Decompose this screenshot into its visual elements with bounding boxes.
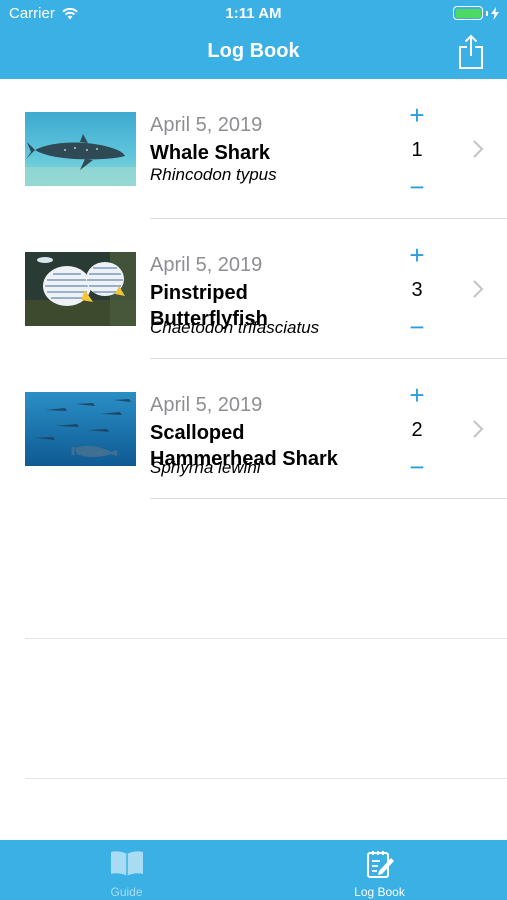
- tab-log-book-label: Log Book: [354, 885, 405, 899]
- list-item[interactable]: April 5, 2019 Whale Shark Rhincodon typu…: [0, 79, 507, 219]
- list-item[interactable]: April 5, 2019 Scalloped Hammerhead Shark…: [0, 359, 507, 499]
- page-title: Log Book: [207, 40, 300, 62]
- entry-date: April 5, 2019: [150, 254, 263, 276]
- share-icon[interactable]: [457, 34, 485, 70]
- increment-button[interactable]: +: [405, 382, 429, 408]
- whale-shark-photo: [25, 112, 136, 186]
- entry-date: April 5, 2019: [150, 114, 263, 136]
- list-item[interactable]: April 5, 2019 Pinstriped Butterflyfish C…: [0, 219, 507, 359]
- entry-date: April 5, 2019: [150, 394, 263, 416]
- decrement-button[interactable]: −: [405, 454, 429, 480]
- chevron-right-icon[interactable]: [470, 138, 486, 160]
- tab-bar: Guide Log Book: [0, 840, 507, 900]
- butterflyfish-photo: [25, 252, 136, 326]
- tab-log-book[interactable]: Log Book: [253, 840, 506, 900]
- increment-button[interactable]: +: [405, 102, 429, 128]
- screen: Carrier 1:11 AM Log Book April 5, 2019 W…: [0, 0, 507, 900]
- chevron-right-icon[interactable]: [470, 278, 486, 300]
- log-entries-list: April 5, 2019 Whale Shark Rhincodon typu…: [0, 79, 507, 499]
- empty-row-separator: [25, 778, 507, 779]
- sighting-count: 2: [411, 419, 423, 441]
- tab-guide[interactable]: Guide: [0, 840, 253, 900]
- sighting-count: 1: [411, 139, 423, 161]
- entry-scientific-name: Sphyrna lewini: [150, 458, 261, 477]
- increment-button[interactable]: +: [405, 242, 429, 268]
- decrement-button[interactable]: −: [405, 314, 429, 340]
- sighting-count: 3: [411, 279, 423, 301]
- empty-row-separator: [25, 638, 507, 639]
- row-separator: [150, 498, 507, 499]
- hammerhead-shark-photo: [25, 392, 136, 466]
- entry-scientific-name: Rhincodon typus: [150, 165, 277, 184]
- navigation-bar: Carrier 1:11 AM Log Book: [0, 0, 507, 79]
- entry-common-name: Whale Shark: [150, 142, 271, 164]
- battery-icon: [453, 6, 499, 20]
- status-time: 1:11 AM: [225, 5, 282, 22]
- chevron-right-icon[interactable]: [470, 418, 486, 440]
- charging-icon: [491, 6, 499, 20]
- tab-guide-label: Guide: [110, 885, 143, 899]
- entry-scientific-name: Chaetodon trifasciatus: [150, 318, 320, 337]
- decrement-button[interactable]: −: [405, 174, 429, 200]
- log-book-icon: [367, 851, 394, 878]
- book-icon: [111, 851, 143, 876]
